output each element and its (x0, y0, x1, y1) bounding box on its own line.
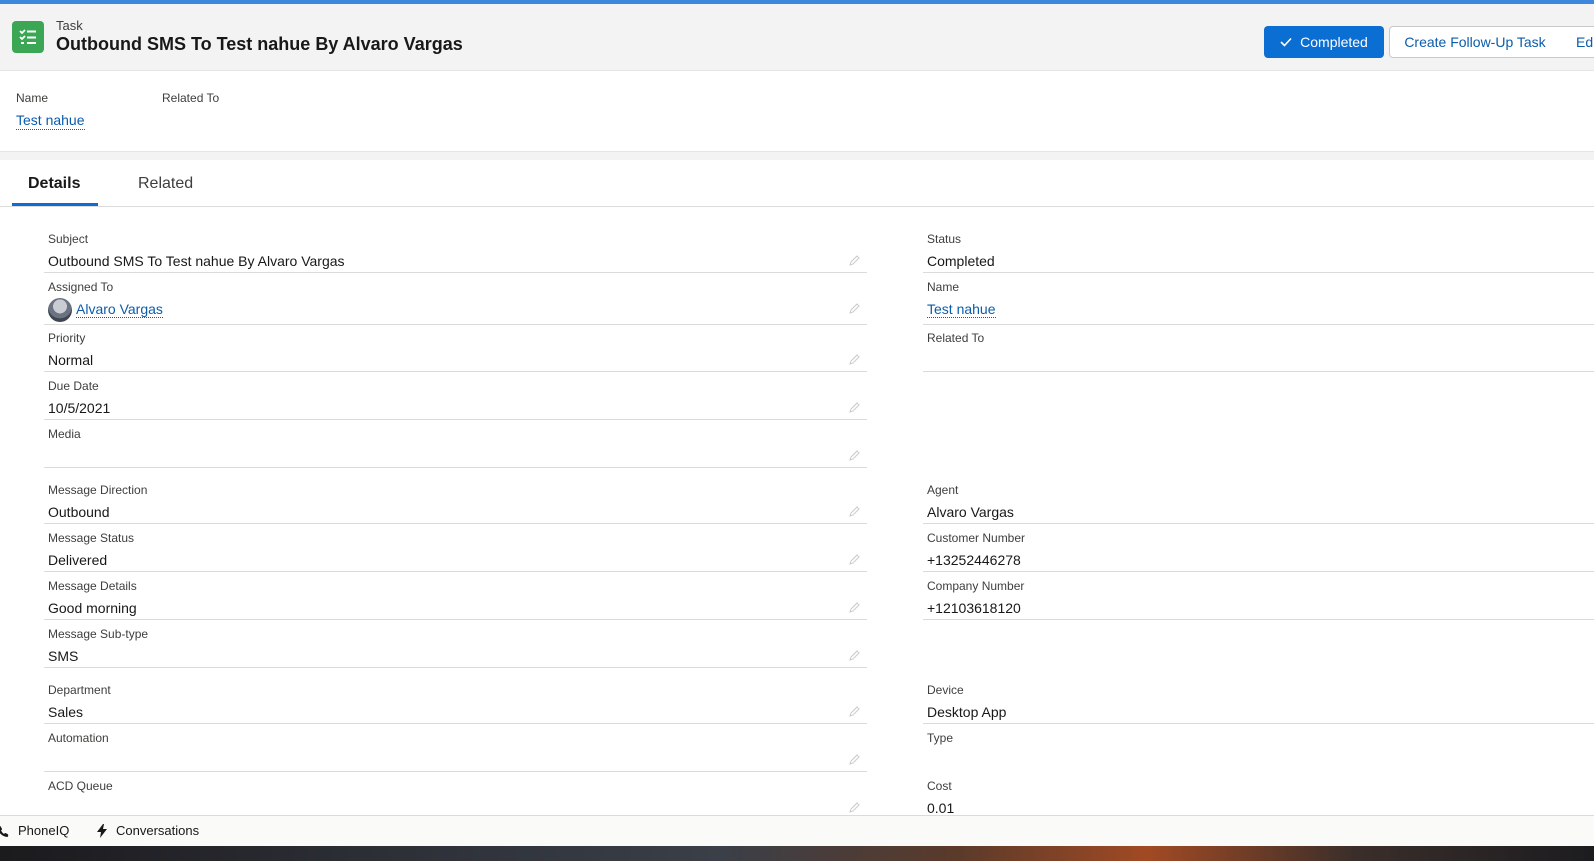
utility-phoneiq[interactable]: PhoneIQ (0, 823, 69, 838)
utility-phoneiq-label: PhoneIQ (18, 823, 70, 838)
edit-button[interactable]: Ed (1560, 26, 1594, 58)
pencil-icon[interactable] (849, 553, 861, 565)
record-tabs: Details Related (0, 160, 1594, 207)
highlight-related-to-label: Related To (162, 91, 220, 105)
field-label: Status (927, 232, 962, 246)
field-value: Normal (48, 352, 94, 368)
utility-bar: PhoneIQ Conversations (0, 815, 1594, 846)
field-value: Outbound SMS To Test nahue By Alvaro Var… (48, 253, 345, 269)
phone-icon (0, 825, 9, 837)
field-label: Subject (48, 232, 89, 246)
field-company-number: Company Number +12103618120 (923, 573, 1594, 620)
field-label: Automation (48, 731, 109, 745)
field-label: Priority (48, 331, 86, 345)
field-due-date: Due Date 10/5/2021 (44, 373, 867, 420)
field-label: Device (927, 683, 964, 697)
field-value: 10/5/2021 (48, 400, 111, 416)
avatar (48, 298, 72, 322)
field-label: Media (48, 427, 81, 441)
check-icon (1280, 37, 1292, 47)
task-icon (12, 21, 44, 53)
desktop-wallpaper-strip (0, 846, 1594, 861)
field-related-to: Related To (923, 325, 1594, 372)
field-assigned-to: Assigned To Alvaro Vargas (44, 274, 867, 325)
field-label: Department (48, 683, 111, 697)
field-label: Assigned To (48, 280, 114, 294)
field-value: Outbound (48, 504, 110, 520)
field-status: Status Completed (923, 226, 1594, 273)
field-agent: Agent Alvaro Vargas (923, 477, 1594, 524)
field-message-sub-type: Message Sub-type SMS (44, 621, 867, 668)
pencil-icon[interactable] (849, 254, 861, 266)
field-label: Agent (927, 483, 959, 497)
field-label: Message Status (48, 531, 135, 545)
field-value: Good morning (48, 600, 137, 616)
field-value: Completed (927, 253, 995, 269)
field-label: Type (927, 731, 954, 745)
field-message-direction: Message Direction Outbound (44, 477, 867, 524)
pencil-icon[interactable] (849, 649, 861, 661)
name-link[interactable]: Test nahue (927, 301, 996, 318)
lightning-icon (97, 823, 107, 838)
field-message-status: Message Status Delivered (44, 525, 867, 572)
pencil-icon[interactable] (849, 353, 861, 365)
active-tab-indicator (12, 203, 98, 206)
section-divider (0, 152, 1594, 160)
object-type-label: Task (56, 18, 83, 33)
field-label: Name (927, 280, 960, 294)
pencil-icon[interactable] (849, 601, 861, 613)
field-value: +13252446278 (927, 552, 1021, 568)
field-priority: Priority Normal (44, 325, 867, 372)
field-cost: Cost 0.01 (923, 773, 1594, 820)
field-label: Related To (927, 331, 985, 345)
field-label: Message Direction (48, 483, 148, 497)
field-name: Name Test nahue (923, 274, 1594, 325)
highlight-name-label: Name (16, 91, 49, 105)
field-subject: Subject Outbound SMS To Test nahue By Al… (44, 226, 867, 273)
field-device: Device Desktop App (923, 677, 1594, 724)
field-type: Type (923, 725, 1594, 772)
field-value: Desktop App (927, 704, 1007, 720)
field-message-details: Message Details Good morning (44, 573, 867, 620)
pencil-icon[interactable] (849, 505, 861, 517)
field-value: Sales (48, 704, 84, 720)
field-value: 0.01 (927, 800, 955, 816)
field-value: SMS (48, 648, 79, 664)
pencil-icon[interactable] (849, 801, 861, 813)
pencil-icon[interactable] (849, 449, 861, 461)
field-department: Department Sales (44, 677, 867, 724)
highlight-name-link[interactable]: Test nahue (16, 111, 85, 130)
record-title: Outbound SMS To Test nahue By Alvaro Var… (56, 34, 463, 54)
completed-button-label: Completed (1300, 34, 1368, 50)
field-label: Message Sub-type (48, 627, 149, 641)
field-value: Delivered (48, 552, 108, 568)
field-label: Company Number (927, 579, 1025, 593)
pencil-icon[interactable] (849, 401, 861, 413)
assigned-to-link[interactable]: Alvaro Vargas (76, 301, 163, 318)
pencil-icon[interactable] (849, 753, 861, 765)
field-label: Due Date (48, 379, 99, 393)
field-label: Cost (927, 779, 952, 793)
highlights-panel: Name Test nahue Related To (0, 71, 1594, 152)
field-label: ACD Queue (48, 779, 113, 793)
pencil-icon[interactable] (849, 302, 861, 314)
utility-conversations-label: Conversations (116, 823, 200, 838)
utility-conversations[interactable]: Conversations (96, 823, 199, 838)
pencil-icon[interactable] (849, 705, 861, 717)
field-value: Alvaro Vargas (927, 504, 1014, 520)
field-media: Media (44, 421, 867, 468)
field-value: +12103618120 (927, 600, 1021, 616)
field-label: Message Details (48, 579, 137, 593)
field-customer-number: Customer Number +13252446278 (923, 525, 1594, 572)
tab-details[interactable]: Details (28, 175, 80, 193)
completed-button[interactable]: Completed (1264, 26, 1384, 58)
field-acd-queue: ACD Queue (44, 773, 867, 820)
field-automation: Automation (44, 725, 867, 772)
tab-related[interactable]: Related (138, 175, 193, 193)
record-header: Task Outbound SMS To Test nahue By Alvar… (0, 4, 1594, 71)
create-follow-up-task-button[interactable]: Create Follow-Up Task (1389, 26, 1561, 58)
field-label: Customer Number (927, 531, 1026, 545)
